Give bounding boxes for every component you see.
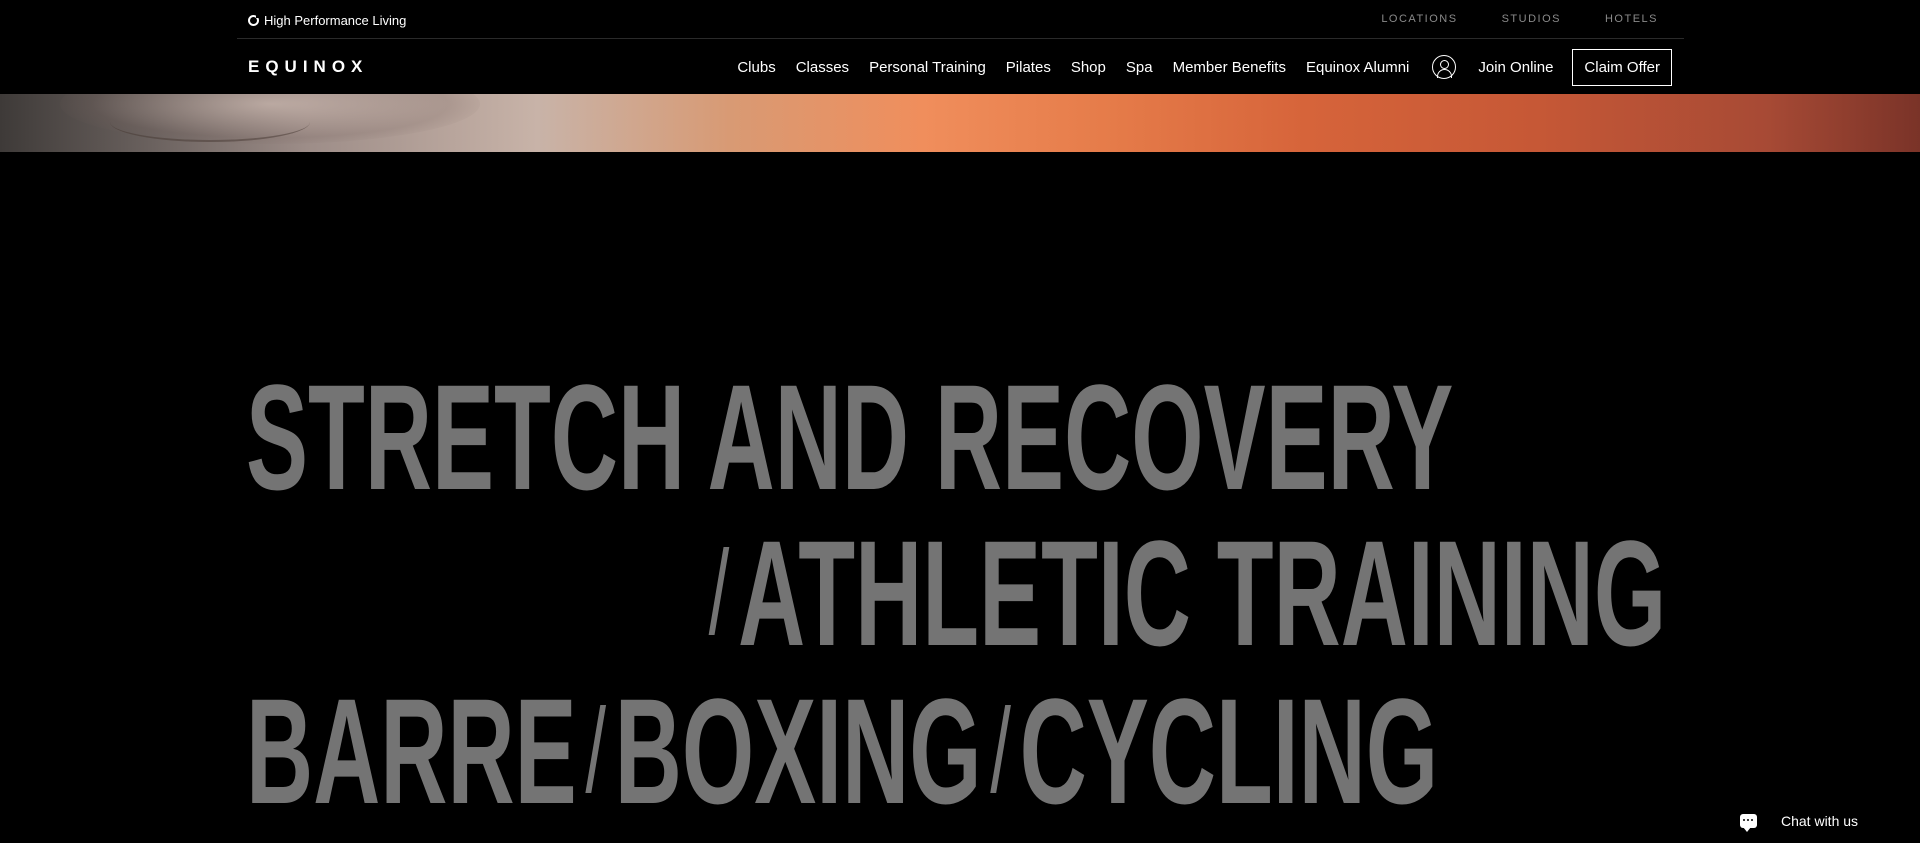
utility-links: LOCATIONS STUDIOS HOTELS bbox=[1381, 13, 1658, 25]
tagline-text: High Performance Living bbox=[264, 12, 407, 28]
main-nav: EQUINOX Clubs Classes Personal Training … bbox=[237, 39, 1684, 94]
join-online-link[interactable]: Join Online bbox=[1478, 59, 1553, 76]
category-cycling[interactable]: CYCLING bbox=[1020, 676, 1439, 826]
utility-link-studios[interactable]: STUDIOS bbox=[1502, 13, 1561, 25]
category-separator: / bbox=[708, 526, 730, 660]
utility-link-locations[interactable]: LOCATIONS bbox=[1381, 13, 1457, 25]
equinox-logo[interactable]: EQUINOX bbox=[248, 57, 368, 77]
category-athletic-training[interactable]: ATHLETIC TRAINING bbox=[738, 518, 1666, 668]
category-stretch-and-recovery[interactable]: STRETCH AND RECOVERY bbox=[246, 362, 1453, 512]
hero-image-detail bbox=[110, 102, 310, 142]
category-boxing[interactable]: BOXING bbox=[615, 676, 982, 826]
class-categories: STRETCH AND RECOVERY / ATHLETIC TRAINING… bbox=[0, 152, 1920, 843]
nav-item-equinox-alumni[interactable]: Equinox Alumni bbox=[1306, 59, 1409, 76]
nav-item-member-benefits[interactable]: Member Benefits bbox=[1173, 59, 1286, 76]
utility-bar: High Performance Living LOCATIONS STUDIO… bbox=[237, 0, 1684, 39]
nav-item-pilates[interactable]: Pilates bbox=[1006, 59, 1051, 76]
chat-bubble-icon bbox=[1740, 814, 1757, 832]
chat-button[interactable]: Chat with us bbox=[1740, 800, 1858, 842]
claim-offer-button[interactable]: Claim Offer bbox=[1572, 48, 1672, 86]
nav-item-classes[interactable]: Classes bbox=[796, 59, 849, 76]
nav-item-shop[interactable]: Shop bbox=[1071, 59, 1106, 76]
chat-label: Chat with us bbox=[1781, 813, 1859, 829]
nav-items: Clubs Classes Personal Training Pilates … bbox=[717, 48, 1672, 86]
category-line-3: BARRE / BOXING / CYCLING bbox=[246, 676, 1438, 826]
hero-image bbox=[0, 94, 1920, 152]
brand-tagline[interactable]: High Performance Living bbox=[248, 12, 406, 28]
category-line-2: / ATHLETIC TRAINING bbox=[700, 518, 1667, 668]
category-barre[interactable]: BARRE bbox=[246, 676, 577, 826]
category-line-1: STRETCH AND RECOVERY bbox=[246, 362, 1453, 512]
utility-link-hotels[interactable]: HOTELS bbox=[1605, 13, 1658, 25]
category-separator: / bbox=[585, 684, 607, 818]
nav-item-personal-training[interactable]: Personal Training bbox=[869, 59, 986, 76]
category-separator: / bbox=[990, 684, 1011, 818]
account-icon[interactable] bbox=[1432, 55, 1457, 79]
nav-item-spa[interactable]: Spa bbox=[1126, 59, 1153, 76]
nav-item-clubs[interactable]: Clubs bbox=[737, 59, 775, 76]
tagline-circle-icon bbox=[248, 13, 260, 26]
